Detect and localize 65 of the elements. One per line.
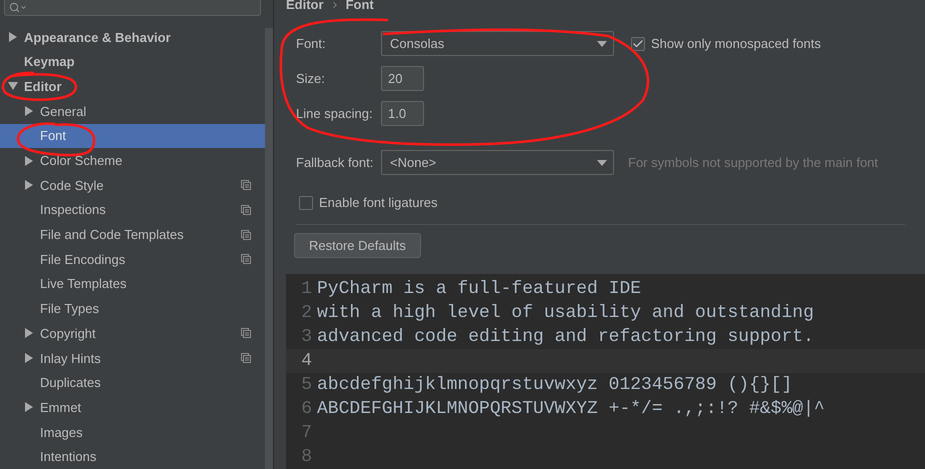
tree-item[interactable]: Code Style (0, 172, 265, 198)
collapsed-triangle-icon[interactable] (8, 32, 18, 42)
copy-icon (241, 230, 251, 240)
checkbox[interactable] (631, 36, 645, 50)
copy-icon (241, 254, 251, 264)
collapsed-triangle-icon[interactable] (24, 156, 34, 166)
tree-item[interactable]: Appearance & Behavior (0, 24, 265, 50)
expanded-triangle-icon[interactable] (8, 81, 18, 92)
dropdown-caret-icon (597, 160, 607, 166)
tree-item[interactable]: Inspections (0, 198, 265, 222)
tree-item[interactable]: Editor (0, 74, 265, 99)
tree-item[interactable]: Color Scheme (0, 148, 265, 173)
copy-icon (241, 180, 251, 190)
collapsed-triangle-icon[interactable] (24, 106, 34, 116)
tree-item[interactable]: Live Templates (0, 272, 265, 296)
font-dropdown[interactable]: Consolas (381, 31, 614, 56)
hint-text: For symbols not supported by the main font (628, 155, 880, 170)
tree-item[interactable]: Emmet (0, 395, 265, 420)
code-line: PyCharm is a full-featured IDE (317, 279, 642, 299)
breadcrumb-item: Font (346, 0, 374, 12)
collapsed-triangle-icon[interactable] (24, 328, 34, 338)
tree-item[interactable]: General (0, 98, 265, 124)
code-line: abcdefghijklmnopqrstuvwxyz 0123456789 (){}[] (317, 375, 792, 395)
line-number: 4 (300, 351, 313, 371)
line-spacing-input[interactable]: 1.0 (381, 101, 424, 126)
field-label: Size: (296, 71, 326, 86)
line-number: 7 (300, 423, 313, 443)
collapsed-triangle-icon[interactable] (24, 180, 34, 190)
line-number: 6 (300, 399, 313, 419)
line-number: 1 (300, 279, 313, 299)
tree-item[interactable]: File Encodings (0, 246, 265, 272)
field-label: Font: (296, 36, 327, 51)
tree-item[interactable]: Images (0, 420, 265, 444)
code-line: with a high level of usability and outstanding (317, 303, 814, 323)
collapsed-triangle-icon[interactable] (24, 353, 34, 364)
collapsed-triangle-icon[interactable] (24, 402, 34, 412)
restore-defaults-button[interactable]: Restore Defaults (294, 233, 421, 258)
copy-icon (241, 328, 251, 338)
scrollbar-thumb[interactable] (265, 28, 273, 469)
checkbox-label[interactable]: Enable font ligatures (319, 195, 438, 210)
tree-item[interactable]: File and Code Templates (0, 222, 265, 247)
tree-item[interactable]: File Types (0, 296, 265, 321)
tree-item[interactable]: Intentions (0, 444, 265, 469)
size-input[interactable]: 20 (381, 66, 424, 91)
tree-item[interactable]: Copyright (0, 321, 265, 346)
line-number: 8 (300, 447, 313, 467)
copy-icon (241, 353, 251, 364)
tree-item[interactable]: Duplicates (0, 370, 265, 396)
checkmark-icon (632, 38, 644, 50)
field-label: Line spacing: (296, 106, 374, 121)
dropdown-caret-icon (597, 40, 607, 46)
line-number: 5 (300, 375, 313, 395)
copy-icon (241, 204, 251, 215)
tree-item[interactable]: Keymap (0, 49, 265, 74)
tree-item[interactable]: Inlay Hints (0, 346, 265, 370)
line-number: 3 (300, 327, 313, 347)
checkbox[interactable] (299, 196, 313, 210)
code-line: advanced code editing and refactoring support. (317, 327, 814, 347)
field-label: Fallback font: (296, 155, 374, 170)
line-number: 2 (300, 303, 313, 323)
search-icon (9, 2, 27, 13)
checkbox-label[interactable]: Show only monospaced fonts (651, 36, 821, 51)
tree-item[interactable]: Font (0, 124, 265, 148)
fallback-font-dropdown[interactable]: <None> (381, 150, 614, 175)
code-line: ABCDEFGHIJKLMNOPQRSTUVWXYZ +-*/= .,;:!? #&$%@|^ (317, 399, 825, 419)
